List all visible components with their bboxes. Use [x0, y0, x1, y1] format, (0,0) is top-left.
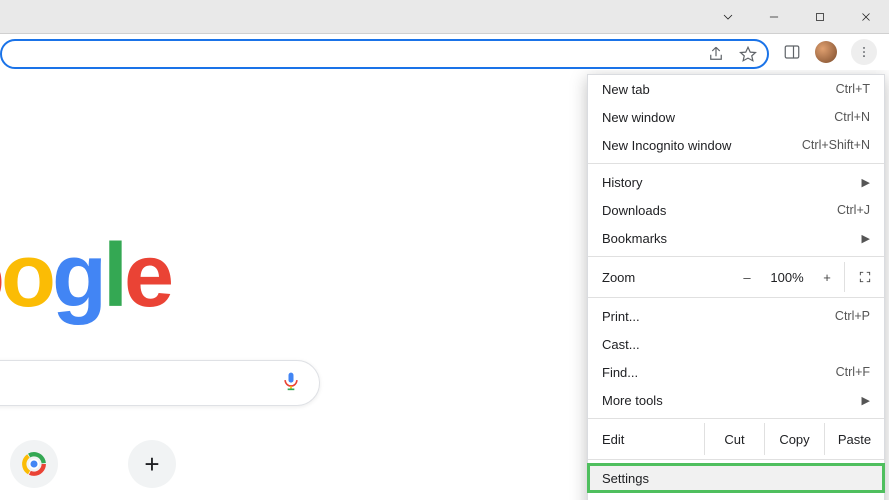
menu-item-downloads[interactable]: Downloads Ctrl+J	[588, 196, 884, 224]
add-shortcut-button[interactable]: +	[128, 440, 176, 488]
menu-item-new-window[interactable]: New window Ctrl+N	[588, 103, 884, 131]
share-icon[interactable]	[707, 45, 725, 63]
chrome-main-menu: New tab Ctrl+T New window Ctrl+N New Inc…	[587, 74, 885, 500]
google-logo: oogle	[0, 225, 170, 328]
shortcut-chips: ● +	[10, 440, 176, 488]
zoom-in-button[interactable]: +	[810, 270, 844, 285]
menu-item-settings[interactable]: Settings	[588, 464, 884, 492]
zoom-level-value: 100%	[764, 270, 810, 285]
menu-separator	[588, 256, 884, 257]
menu-zoom-row: Zoom – 100% +	[588, 261, 884, 293]
tab-search-button[interactable]	[705, 0, 751, 34]
window-titlebar	[0, 0, 889, 34]
zoom-out-button[interactable]: –	[730, 270, 764, 285]
toolbar-right-controls	[769, 39, 883, 65]
google-search-box[interactable]: L	[0, 360, 320, 406]
page-content: oogle L ● + New tab Ctrl+T New window Ct…	[0, 70, 889, 500]
submenu-arrow-icon: ▶	[862, 176, 870, 189]
submenu-arrow-icon: ▶	[862, 394, 870, 407]
voice-search-icon[interactable]	[281, 371, 301, 395]
edit-paste-button[interactable]: Paste	[824, 423, 884, 455]
menu-item-history[interactable]: History ▶	[588, 168, 884, 196]
address-bar[interactable]	[0, 39, 769, 69]
window-maximize-button[interactable]	[797, 0, 843, 34]
menu-item-cast[interactable]: Cast...	[588, 330, 884, 358]
bookmark-star-icon[interactable]	[739, 45, 757, 63]
browser-toolbar	[0, 34, 889, 70]
menu-item-find[interactable]: Find... Ctrl+F	[588, 358, 884, 386]
menu-separator	[588, 418, 884, 419]
chrome-menu-button[interactable]	[851, 39, 877, 65]
window-minimize-button[interactable]	[751, 0, 797, 34]
menu-item-print[interactable]: Print... Ctrl+P	[588, 302, 884, 330]
menu-item-new-tab[interactable]: New tab Ctrl+T	[588, 75, 884, 103]
menu-separator	[588, 297, 884, 298]
submenu-arrow-icon: ▶	[862, 232, 870, 245]
edit-copy-button[interactable]: Copy	[764, 423, 824, 455]
menu-item-more-tools[interactable]: More tools ▶	[588, 386, 884, 414]
plus-icon: +	[144, 449, 159, 480]
menu-item-help[interactable]: Help ▶	[588, 492, 884, 500]
menu-separator	[588, 163, 884, 164]
menu-item-incognito[interactable]: New Incognito window Ctrl+Shift+N	[588, 131, 884, 159]
window-close-button[interactable]	[843, 0, 889, 34]
shortcut-chrome[interactable]: ●	[10, 440, 58, 488]
menu-edit-row: Edit Cut Copy Paste	[588, 423, 884, 455]
side-panel-icon[interactable]	[783, 43, 801, 61]
fullscreen-button[interactable]	[844, 262, 884, 292]
edit-cut-button[interactable]: Cut	[704, 423, 764, 455]
menu-separator	[588, 459, 884, 460]
profile-avatar[interactable]	[815, 41, 837, 63]
menu-item-bookmarks[interactable]: Bookmarks ▶	[588, 224, 884, 252]
